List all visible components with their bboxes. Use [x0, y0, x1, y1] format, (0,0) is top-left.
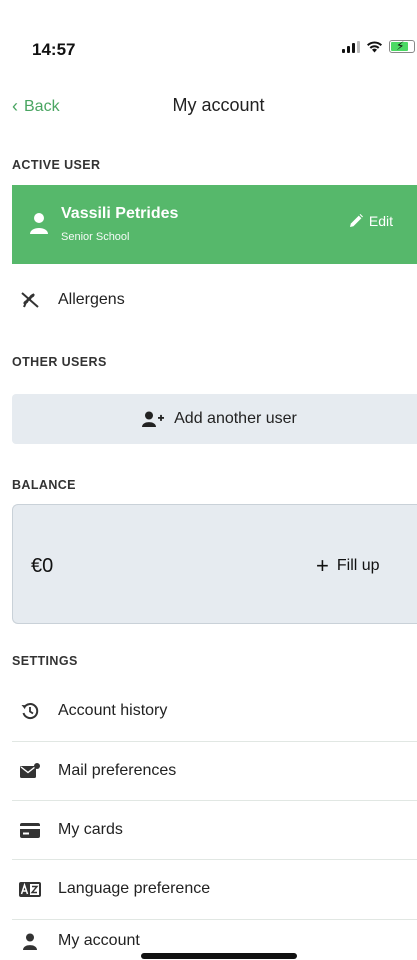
settings-item-mail-preferences[interactable]: Mail preferences [12, 741, 417, 801]
settings-item-language-preference[interactable]: Language preference [12, 859, 417, 919]
divider [12, 919, 417, 920]
settings-item-label: Mail preferences [58, 762, 177, 779]
settings-item-label: My account [58, 932, 140, 949]
language-icon [18, 879, 42, 899]
active-user-name: Vassili Petrides [61, 205, 179, 222]
add-user-button[interactable]: Add another user [12, 394, 417, 444]
section-label-settings: SETTINGS [12, 654, 78, 668]
settings-item-label: My cards [58, 821, 123, 838]
wifi-icon [367, 41, 382, 53]
signal-icon [342, 40, 360, 53]
add-user-label: Add another user [174, 410, 297, 427]
edit-label: Edit [368, 213, 393, 229]
person-icon [30, 213, 48, 234]
history-icon [18, 701, 42, 721]
edit-button[interactable]: Edit [349, 213, 393, 229]
section-label-balance: BALANCE [12, 478, 76, 492]
nav-header: ‹ Back My account [0, 88, 417, 124]
page-title: My account [172, 95, 265, 115]
status-icons: ⚡ [342, 39, 415, 53]
active-user-school: Senior School [61, 231, 130, 243]
status-bar: 14:57 ⚡ [0, 0, 417, 80]
pencil-icon [349, 214, 363, 227]
person-icon [18, 931, 42, 951]
fill-up-button[interactable]: + Fill up [316, 553, 380, 578]
settings-item-label: Language preference [58, 880, 211, 897]
add-user-icon [142, 411, 165, 427]
card-icon [18, 820, 42, 840]
status-time: 14:57 [32, 40, 76, 59]
allergens-item[interactable]: Allergens [12, 270, 417, 330]
settings-item-label: Account history [58, 702, 168, 719]
settings-item-account-history[interactable]: Account history [12, 681, 417, 741]
mail-icon [18, 761, 42, 781]
section-label-active-user: ACTIVE USER [12, 158, 101, 172]
plus-icon: + [316, 553, 329, 578]
balance-card: €0 + Fill up [12, 504, 417, 624]
battery-icon: ⚡ [389, 39, 415, 53]
section-label-other-users: OTHER USERS [12, 355, 107, 369]
balance-amount: €0 [31, 555, 54, 577]
allergens-icon [18, 290, 42, 310]
home-indicator[interactable] [141, 953, 297, 959]
allergens-label: Allergens [58, 291, 125, 308]
fill-up-label: Fill up [336, 557, 380, 574]
settings-item-my-cards[interactable]: My cards [12, 800, 417, 860]
active-user-card[interactable]: Vassili Petrides Senior School Edit [12, 185, 417, 264]
